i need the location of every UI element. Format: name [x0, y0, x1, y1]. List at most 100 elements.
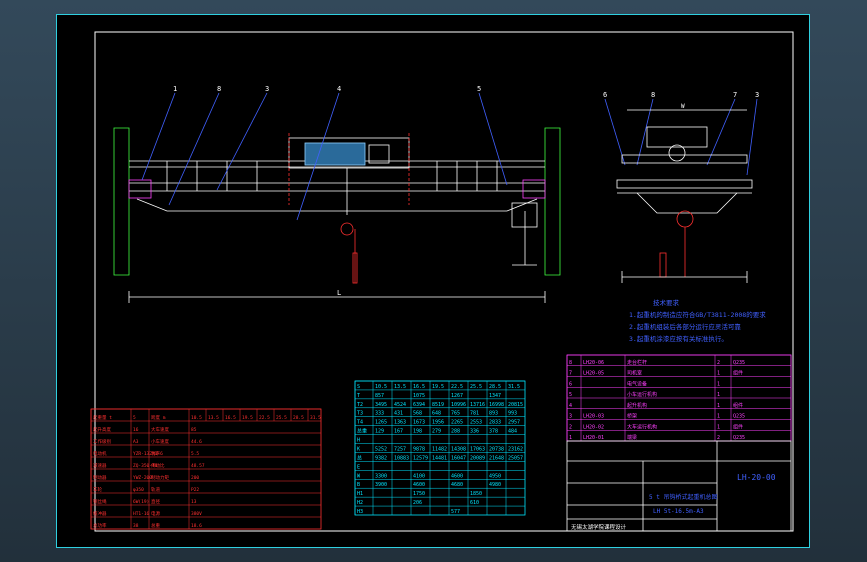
- param-table-cell: 28.5: [293, 415, 304, 421]
- spec-table-cell: 993: [508, 411, 517, 417]
- param-table-cell: 功率: [151, 450, 160, 457]
- param-table-cell: 48.57: [191, 463, 205, 469]
- spec-table-cell: 10.5: [375, 384, 387, 390]
- param-table-cell: 大车速度: [151, 426, 169, 433]
- technical-notes: 技术要求 1.起重机的制造应符合GB/T3811-2008的要求 2.起重机组装…: [629, 298, 766, 343]
- spec-table-cell: E: [357, 464, 360, 470]
- spec-table-cell: H1: [357, 491, 363, 497]
- spec-table-cell: 31.5: [508, 384, 520, 390]
- spec-table-cell: 10883: [394, 455, 409, 461]
- spec-table-cell: 14481: [432, 455, 447, 461]
- bom-table-cell: 4: [569, 403, 572, 409]
- param-table-cell: φ350: [133, 487, 144, 493]
- cad-viewport[interactable]: L 1 8 3 4 5 6 8 7 3 W 技术要求 1.起重机的制造应符合GB…: [0, 0, 867, 562]
- spec-table-cell: 20738: [489, 446, 504, 452]
- spec-table-cell: 2553: [470, 420, 482, 426]
- spec-table-cell: 6394: [413, 402, 425, 408]
- callout-8b: 8: [651, 91, 655, 99]
- param-table-cell: 起升高度: [93, 426, 111, 433]
- spec-table-cell: 总重: [357, 428, 367, 435]
- spec-table-cell: 378: [489, 429, 498, 435]
- param-table-cell: HT1-16: [133, 511, 150, 517]
- bom-table-cell: 桥架: [627, 413, 637, 420]
- callout-3b: 3: [755, 91, 759, 99]
- spec-table-cell: 9382: [375, 455, 387, 461]
- spec-table-cell: 333: [375, 411, 384, 417]
- spec-table-cell: 11482: [432, 446, 447, 452]
- bom-table-cell: 小车运行机构: [627, 391, 657, 398]
- callout-7: 7: [733, 91, 737, 99]
- side-elevation-view: [616, 109, 753, 283]
- param-table-cell: YWZ-200: [133, 475, 152, 481]
- param-table-cell: P22: [191, 487, 199, 493]
- title-block: [566, 440, 792, 532]
- param-table-cell: 5: [133, 415, 136, 421]
- param-table-cell: 10.5: [191, 415, 202, 421]
- spec-table-cell: 288: [451, 429, 460, 435]
- param-table-cell: 钢丝绳: [93, 498, 107, 505]
- callout-1: 1: [173, 85, 177, 93]
- spec-table-cell: 8519: [432, 402, 444, 408]
- spec-table-cell: 13716: [470, 402, 485, 408]
- spec-table-cell: 765: [451, 411, 460, 417]
- bom-table-cell: 2: [569, 424, 572, 430]
- callout-4: 4: [337, 85, 341, 93]
- bom-table-cell: 8: [569, 360, 572, 366]
- param-table-cell: 13: [191, 499, 197, 505]
- spec-table-cell: 198: [413, 429, 422, 435]
- spec-table-cell: 7257: [394, 446, 406, 452]
- callout-3: 3: [265, 85, 269, 93]
- notes-heading: 技术要求: [653, 298, 680, 307]
- param-table-cell: 小车速度: [151, 438, 169, 445]
- bom-table-cell: 端梁: [627, 434, 637, 441]
- callout-5: 5: [477, 85, 481, 93]
- bom-table-cell: Q235: [733, 360, 745, 366]
- spec-table-cell: 206: [413, 500, 422, 506]
- spec-table-cell: 10996: [451, 402, 466, 408]
- spec-table-cell: T3: [357, 411, 363, 417]
- spec-table-cell: 1363: [394, 420, 406, 426]
- drawing-sheet: L 1 8 3 4 5 6 8 7 3 W 技术要求 1.起重机的制造应符合GB…: [56, 14, 810, 548]
- param-table-cell: 缓冲器: [93, 510, 107, 517]
- param-table-cell: 380V: [191, 511, 202, 517]
- param-table-cell: 44.6: [191, 439, 202, 445]
- param-table-cell: 19.5: [242, 415, 253, 421]
- callout-6: 6: [603, 91, 607, 99]
- spec-table-cell: 28.5: [489, 384, 501, 390]
- left-wall: [113, 127, 130, 276]
- spec-table-cell: 12579: [413, 455, 428, 461]
- spec-table-cell: 484: [508, 429, 517, 435]
- param-table-cell: 传动比: [151, 462, 165, 469]
- param-table-cell: 电源: [151, 510, 160, 517]
- bom-table-cell: 1: [717, 414, 720, 420]
- spec-table-cell: 22.5: [451, 384, 463, 390]
- spec-table-cell: 4524: [394, 402, 406, 408]
- spec-table-cell: 4100: [413, 473, 425, 479]
- spec-table-cell: T4: [357, 420, 363, 426]
- spec-table-cell: 893: [489, 411, 498, 417]
- spec-table: S 10.5 13.5 16.5 19.5 22.5 25.5 28.5 31.5 T 857 107…: [354, 380, 526, 516]
- spec-table-cell: 2265: [451, 420, 463, 426]
- param-table-cell: 总重: [151, 522, 160, 529]
- spec-table-cell: 4680: [451, 482, 463, 488]
- spec-table-rows: S 10.5 13.5 16.5 19.5 22.5 25.5 28.5 31.5 T 857 107…: [354, 380, 525, 515]
- bom-table-cell: 电气设备: [627, 380, 647, 387]
- spec-table-cell: T: [357, 393, 360, 399]
- spec-table-cell: 16.5: [413, 384, 425, 390]
- bom-table-rows: 8 LH20-06 走台栏杆 2 Q235 7 LH20-05 司机室 1 组件 6 电气设备 1 5 小车…: [566, 354, 791, 441]
- front-elevation-view: [113, 127, 561, 303]
- bom-table-cell: 2: [717, 435, 720, 441]
- spec-table-cell: H3: [357, 509, 363, 515]
- bom-table-cell: 3: [569, 414, 572, 420]
- bom-table-cell: 起升机构: [627, 402, 647, 409]
- span-dimension-label: L: [337, 289, 341, 297]
- spec-table-cell: 4950: [489, 473, 501, 479]
- spec-table-cell: 4600: [413, 482, 425, 488]
- bom-table-cell: 司机室: [627, 370, 642, 377]
- spec-table-cell: 1075: [413, 393, 425, 399]
- spec-table-cell: 857: [375, 393, 384, 399]
- spec-table-cell: 总: [357, 454, 362, 461]
- spec-table-cell: 568: [413, 411, 422, 417]
- spec-table-cell: 17063: [470, 446, 485, 452]
- spec-table-cell: 2957: [508, 420, 520, 426]
